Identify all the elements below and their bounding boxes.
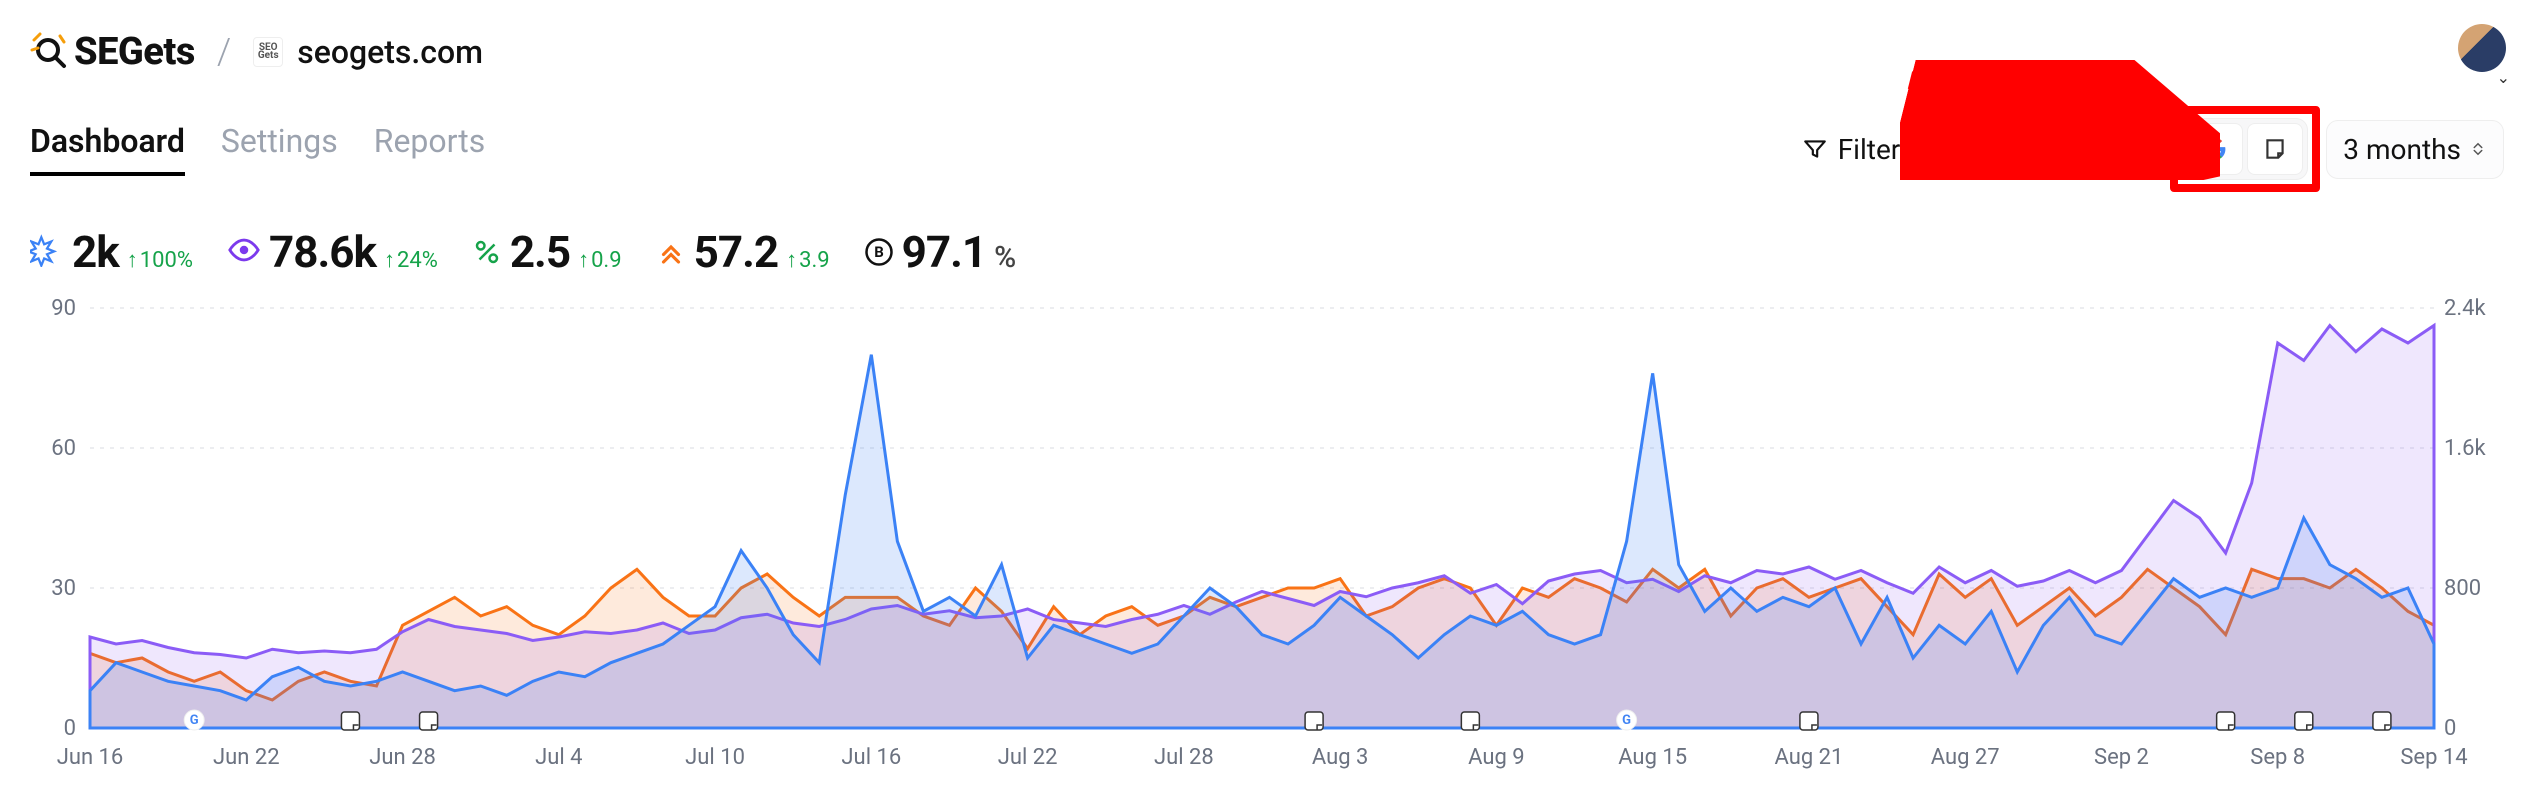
svg-text:G: G — [1622, 713, 1631, 728]
svg-text:Aug 3: Aug 3 — [1312, 745, 1369, 770]
stat-position-delta: ↑3.9 — [786, 247, 830, 273]
svg-text:90: 90 — [51, 298, 76, 321]
svg-text:60: 60 — [51, 436, 76, 461]
stat-impressions[interactable]: 78.6k ↑24% — [227, 226, 438, 278]
eye-icon — [227, 233, 261, 267]
svg-text:2.4k: 2.4k — [2444, 298, 2487, 321]
metric-toggle-group — [1918, 118, 2164, 180]
svg-text:Jul 28: Jul 28 — [1154, 745, 1214, 770]
google-icon — [2202, 136, 2228, 162]
svg-text:Jul 10: Jul 10 — [685, 745, 745, 770]
filter-label: Filter — [1838, 133, 1901, 166]
svg-text:Aug 21: Aug 21 — [1774, 745, 1843, 770]
stat-ctr[interactable]: 2.5 ↑0.9 — [472, 226, 622, 278]
stat-clicks[interactable]: 2k ↑100% — [30, 226, 193, 278]
svg-text:0: 0 — [2444, 716, 2456, 741]
svg-text:800: 800 — [2444, 576, 2481, 601]
source-toggle-group — [2182, 118, 2308, 180]
nav-row: Dashboard Settings Reports Filter — [0, 84, 2534, 180]
position-icon — [656, 237, 686, 267]
stat-brand-suffix: % — [994, 240, 1016, 275]
stat-brand-value: 97.1 — [902, 226, 987, 278]
svg-text:Sep 2: Sep 2 — [2094, 745, 2149, 770]
svg-text:Jul 16: Jul 16 — [841, 745, 901, 770]
eye-icon — [1998, 136, 2024, 162]
note-icon — [2262, 136, 2288, 162]
percent-icon — [2058, 136, 2084, 162]
logo-spark-icon — [30, 32, 70, 72]
tab-dashboard[interactable]: Dashboard — [30, 122, 185, 176]
clicks-icon — [30, 233, 64, 267]
svg-text:Jun 16: Jun 16 — [57, 745, 124, 770]
svg-text:30: 30 — [51, 576, 76, 601]
toggle-impressions[interactable] — [1983, 123, 2039, 175]
toggle-position[interactable] — [2103, 123, 2159, 175]
brand-icon: B — [864, 237, 894, 267]
site-favicon-icon: SEOGets — [253, 37, 283, 67]
svg-text:1.6k: 1.6k — [2444, 436, 2487, 461]
tabs: Dashboard Settings Reports — [30, 122, 485, 176]
stat-ctr-value: 2.5 — [510, 226, 570, 278]
svg-text:Sep 14: Sep 14 — [2400, 745, 2467, 770]
logo-text-seo: SE — [74, 30, 118, 74]
stat-ctr-delta: ↑0.9 — [578, 247, 622, 273]
svg-text:Jul 22: Jul 22 — [998, 745, 1058, 770]
svg-text:Aug 27: Aug 27 — [1931, 745, 2000, 770]
stat-clicks-value: 2k — [72, 226, 119, 278]
header: SEGets / SEOGets seogets.com — [0, 0, 2534, 84]
svg-text:Jun 22: Jun 22 — [213, 745, 280, 770]
site-selector[interactable]: SEOGets seogets.com — [253, 33, 483, 71]
svg-text:Sep 8: Sep 8 — [2250, 745, 2305, 770]
toggle-notes-source[interactable] — [2247, 123, 2303, 175]
chart-svg: 0 30 60 90 0 800 1.6k 2.4k Jun 16 Jun 22 Jun 28 Jul… — [30, 298, 2504, 778]
svg-text:Aug 15: Aug 15 — [1618, 745, 1687, 770]
stat-impressions-value: 78.6k — [269, 226, 376, 278]
avatar[interactable] — [2458, 24, 2506, 72]
position-icon — [2118, 136, 2144, 162]
clicks-icon — [1938, 136, 1964, 162]
percent-icon — [472, 237, 502, 267]
stats-row: 2k ↑100% 78.6k ↑24% 2.5 ↑0.9 57.2 ↑3.9 B… — [0, 180, 2534, 288]
select-caret-icon — [2469, 140, 2487, 158]
breadcrumb-separator: / — [217, 31, 231, 73]
chevron-down-icon[interactable]: ⌄ — [2497, 68, 2510, 87]
toolbar: Filter — [1802, 118, 2504, 180]
stat-position-value: 57.2 — [694, 226, 779, 278]
toggle-clicks[interactable] — [1923, 123, 1979, 175]
svg-text:Aug 9: Aug 9 — [1468, 745, 1525, 770]
site-domain: seogets.com — [297, 33, 483, 71]
svg-text:Jul 4: Jul 4 — [535, 745, 582, 770]
svg-text:G: G — [190, 713, 199, 728]
toggle-ctr[interactable] — [2043, 123, 2099, 175]
date-range-label: 3 months — [2343, 133, 2461, 166]
chart: 0 30 60 90 0 800 1.6k 2.4k Jun 16 Jun 22 Jun 28 Jul… — [30, 298, 2504, 778]
filter-icon — [1802, 136, 1828, 162]
stat-clicks-delta: ↑100% — [127, 247, 193, 273]
stat-brand[interactable]: B 97.1 % — [864, 226, 1017, 278]
tab-settings[interactable]: Settings — [221, 122, 338, 176]
filter-button[interactable]: Filter — [1802, 133, 1901, 166]
svg-text:0: 0 — [64, 716, 76, 741]
tab-reports[interactable]: Reports — [374, 122, 486, 176]
stat-position[interactable]: 57.2 ↑3.9 — [656, 226, 830, 278]
app-logo[interactable]: SEGets — [30, 30, 195, 74]
svg-text:B: B — [874, 243, 884, 261]
stat-impressions-delta: ↑24% — [384, 247, 438, 273]
svg-text:Jun 28: Jun 28 — [369, 745, 436, 770]
toggle-google-source[interactable] — [2187, 123, 2243, 175]
date-range-select[interactable]: 3 months — [2326, 120, 2504, 179]
